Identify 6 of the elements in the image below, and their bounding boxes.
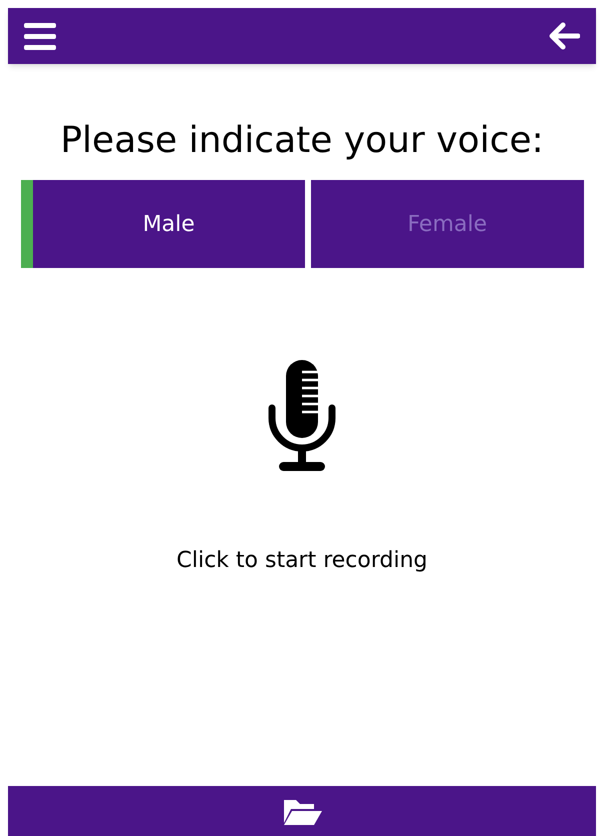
voice-option-tab[interactable]: Male bbox=[20, 180, 305, 268]
heading: Please indicate your voice: bbox=[60, 119, 544, 163]
back-arrow-icon[interactable] bbox=[548, 22, 580, 50]
microphone-icon[interactable] bbox=[267, 360, 337, 472]
recording-prompt[interactable]: Click to start recording bbox=[176, 544, 428, 577]
menu-icon[interactable] bbox=[24, 22, 56, 50]
